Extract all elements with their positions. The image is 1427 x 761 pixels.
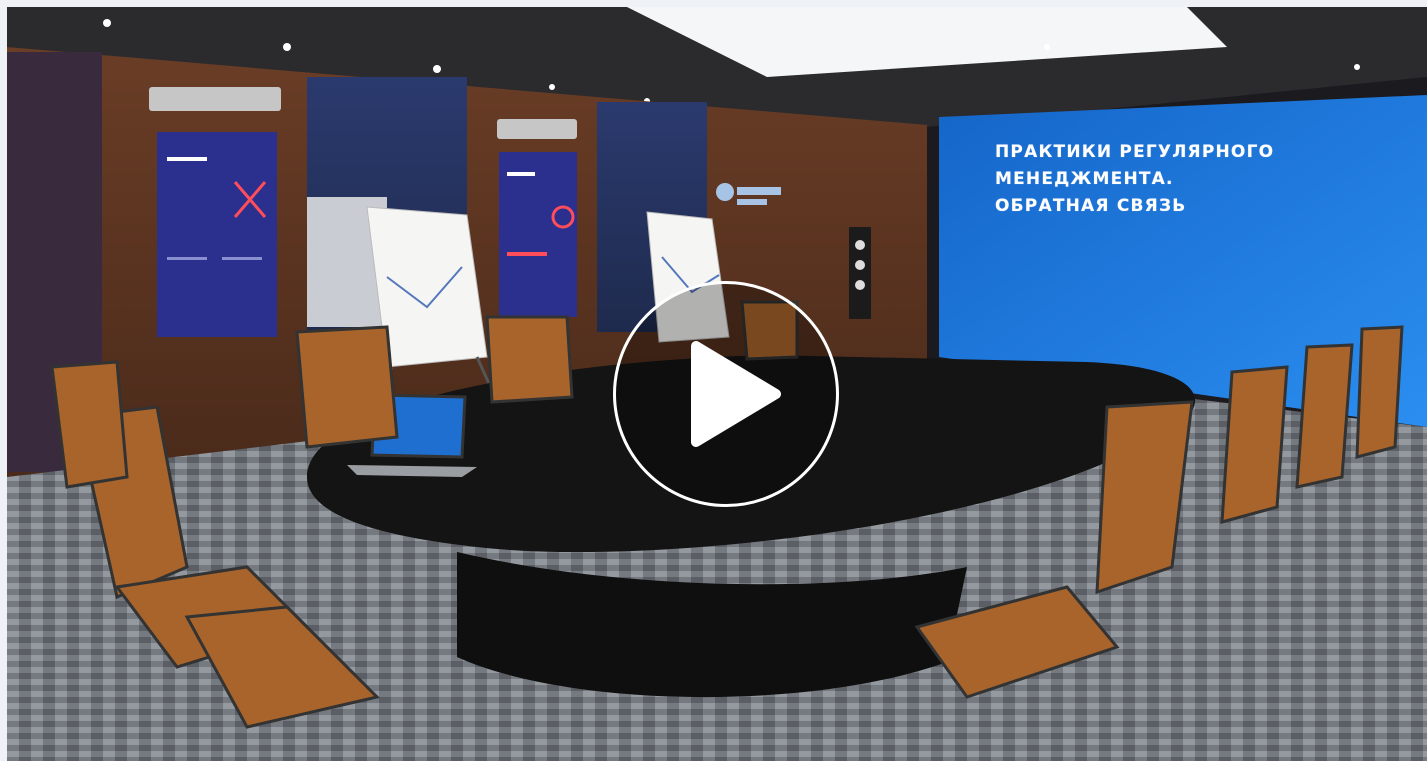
screen-line-3: ОБРАТНАЯ СВЯЗЬ [995,196,1187,216]
video-player[interactable]: ПРАКТИКИ РЕГУЛЯРНОГО МЕНЕДЖМЕНТА. ОБРАТН… [7,7,1427,761]
play-button[interactable] [613,281,839,507]
play-icon [691,341,781,447]
screen-line-1: ПРАКТИКИ РЕГУЛЯРНОГО [995,142,1275,162]
screen-headline: ПРАКТИКИ РЕГУЛЯРНОГО МЕНЕДЖМЕНТА. ОБРАТН… [995,139,1274,220]
screen-line-2: МЕНЕДЖМЕНТА. [995,169,1174,189]
